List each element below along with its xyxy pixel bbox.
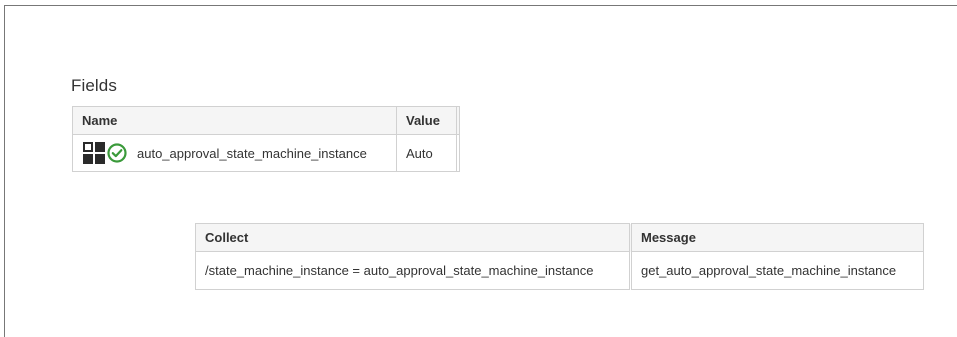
field-name-cell: auto_approval_state_machine_instance	[72, 134, 397, 172]
collect-table: Collect Message /state_machine_instance …	[195, 223, 924, 290]
column-header-name[interactable]: Name	[72, 106, 397, 135]
collect-header-row: Collect Message	[195, 223, 924, 252]
column-header-stub	[456, 106, 460, 135]
column-header-collect[interactable]: Collect	[195, 223, 631, 252]
fields-table: Name Value auto_approval_state_machine_i…	[72, 106, 460, 172]
column-header-message[interactable]: Message	[629, 223, 924, 252]
state-grid-icon	[83, 142, 105, 164]
table-row[interactable]: /state_machine_instance = auto_approval_…	[195, 251, 924, 290]
grid-square	[95, 142, 105, 152]
fields-header-row: Name Value	[72, 106, 460, 135]
table-row[interactable]: auto_approval_state_machine_instance Aut…	[72, 134, 460, 172]
field-stub-cell	[456, 134, 460, 172]
collect-expression: /state_machine_instance = auto_approval_…	[195, 251, 631, 290]
column-header-value[interactable]: Value	[396, 106, 457, 135]
collect-message: get_auto_approval_state_machine_instance	[629, 251, 924, 290]
grid-square	[83, 154, 93, 164]
field-state-icons	[83, 142, 127, 164]
grid-square	[95, 154, 105, 164]
field-name: auto_approval_state_machine_instance	[137, 145, 367, 161]
check-circle-icon	[107, 143, 127, 163]
grid-square-open	[83, 142, 93, 152]
fields-heading: Fields	[71, 76, 117, 95]
field-value: Auto	[396, 134, 457, 172]
